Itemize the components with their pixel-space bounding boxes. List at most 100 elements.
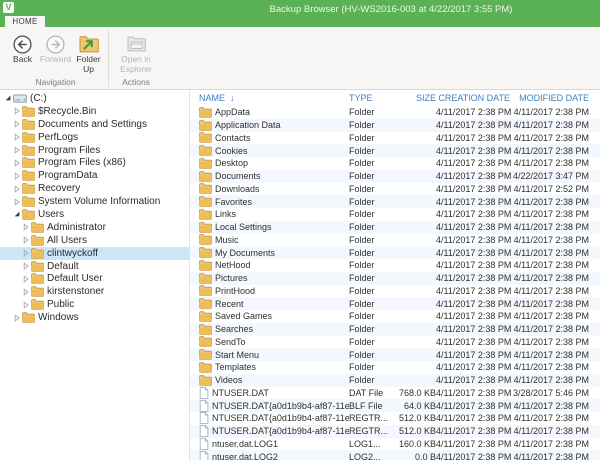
expand-icon[interactable] xyxy=(22,301,31,309)
file-name-cell: Saved Games xyxy=(190,311,349,322)
back-button[interactable]: Back xyxy=(6,28,39,77)
tree-item-clintwyckoff[interactable]: clintwyckoff xyxy=(0,247,189,260)
expand-icon[interactable] xyxy=(22,288,31,296)
tree-item-program-files[interactable]: Program Files xyxy=(0,144,189,157)
file-row[interactable]: DesktopFolder4/11/2017 2:38 PM4/11/2017 … xyxy=(190,157,600,170)
tree-item-administrator[interactable]: Administrator xyxy=(0,221,189,234)
file-row[interactable]: NTUSER.DAT{a0d1b9b4-af87-11e6-9...REGTR.… xyxy=(190,425,600,438)
file-row[interactable]: PrintHoodFolder4/11/2017 2:38 PM4/11/201… xyxy=(190,285,600,298)
tree-item-c[interactable]: (C:) xyxy=(0,92,189,105)
file-row[interactable]: FavoritesFolder4/11/2017 2:38 PM4/11/201… xyxy=(190,195,600,208)
tree-item-all-users[interactable]: All Users xyxy=(0,234,189,247)
tree-item-program-files-x86[interactable]: Program Files (x86) xyxy=(0,156,189,169)
file-row[interactable]: VideosFolder4/11/2017 2:38 PM4/11/2017 2… xyxy=(190,374,600,387)
expand-icon[interactable] xyxy=(22,275,31,283)
file-name-cell: SendTo xyxy=(190,336,349,347)
forward-button[interactable]: Forward xyxy=(39,28,72,77)
column-header-modified-date[interactable]: MODIFIED DATE xyxy=(510,93,589,103)
expand-icon[interactable] xyxy=(22,262,31,270)
file-name-cell: NTUSER.DAT{a0d1b9b4-af87-11e6-9... xyxy=(190,400,349,412)
file-type-cell: Folder xyxy=(349,107,394,117)
tree-item-kirstenstoner[interactable]: kirstenstoner xyxy=(0,285,189,298)
file-row[interactable]: Saved GamesFolder4/11/2017 2:38 PM4/11/2… xyxy=(190,310,600,323)
tab-home[interactable]: HOME xyxy=(5,16,45,27)
file-modified-date-cell: 4/11/2017 2:38 PM xyxy=(510,146,589,156)
file-row[interactable]: PicturesFolder4/11/2017 2:38 PM4/11/2017… xyxy=(190,272,600,285)
collapse-icon[interactable] xyxy=(13,210,22,218)
expand-icon[interactable] xyxy=(13,133,22,141)
expand-icon[interactable] xyxy=(13,198,22,206)
expand-icon[interactable] xyxy=(13,120,22,128)
file-name-cell: Recent xyxy=(190,298,349,309)
file-creation-date-cell: 4/11/2017 2:38 PM xyxy=(436,286,510,296)
folder-icon xyxy=(31,261,44,272)
file-modified-date-cell: 4/11/2017 2:38 PM xyxy=(510,362,589,372)
column-header-type[interactable]: TYPE xyxy=(349,93,394,103)
file-row[interactable]: Local SettingsFolder4/11/2017 2:38 PM4/1… xyxy=(190,221,600,234)
expand-icon[interactable] xyxy=(13,159,22,167)
folder-up-button[interactable]: Folder Up xyxy=(72,28,105,77)
file-row[interactable]: SearchesFolder4/11/2017 2:38 PM4/11/2017… xyxy=(190,323,600,336)
expand-icon[interactable] xyxy=(13,107,22,115)
file-row[interactable]: DownloadsFolder4/11/2017 2:38 PM4/11/201… xyxy=(190,183,600,196)
folder-icon xyxy=(31,222,44,233)
file-row[interactable]: Application DataFolder4/11/2017 2:38 PM4… xyxy=(190,119,600,132)
collapse-icon[interactable] xyxy=(4,94,13,102)
file-row[interactable]: DocumentsFolder4/11/2017 2:38 PM4/22/201… xyxy=(190,170,600,183)
folder-icon xyxy=(22,170,35,181)
tree-item-label: Documents and Settings xyxy=(38,119,147,130)
file-row[interactable]: MusicFolder4/11/2017 2:38 PM4/11/2017 2:… xyxy=(190,234,600,247)
column-header-name[interactable]: NAME↓ xyxy=(190,93,349,103)
file-creation-date-cell: 4/11/2017 2:38 PM xyxy=(436,401,510,411)
file-name-label: Templates xyxy=(215,362,256,372)
file-creation-date-cell: 4/11/2017 2:38 PM xyxy=(436,158,510,168)
file-type-cell: Folder xyxy=(349,133,394,143)
file-row[interactable]: RecentFolder4/11/2017 2:38 PM4/11/2017 2… xyxy=(190,297,600,310)
file-name-cell: Videos xyxy=(190,375,349,386)
tree-item-label: All Users xyxy=(47,235,87,246)
folder-icon xyxy=(199,311,212,322)
folder-icon xyxy=(199,209,212,220)
tree-item-windows[interactable]: Windows xyxy=(0,311,189,324)
expand-icon[interactable] xyxy=(13,146,22,154)
expand-icon[interactable] xyxy=(22,236,31,244)
tree-item-programdata[interactable]: ProgramData xyxy=(0,169,189,182)
file-list-header: NAME↓ TYPE SIZE CREATION DATE MODIFIED D… xyxy=(190,90,600,106)
tree-item-default[interactable]: Default xyxy=(0,260,189,273)
file-row[interactable]: TemplatesFolder4/11/2017 2:38 PM4/11/201… xyxy=(190,361,600,374)
file-type-cell: REGTR... xyxy=(349,413,394,423)
expand-icon[interactable] xyxy=(22,249,31,257)
file-row[interactable]: SendToFolder4/11/2017 2:38 PM4/11/2017 2… xyxy=(190,336,600,349)
file-row[interactable]: NTUSER.DATDAT File768.0 KB4/11/2017 2:38… xyxy=(190,387,600,400)
folder-icon xyxy=(31,235,44,246)
tree-item-users[interactable]: Users xyxy=(0,208,189,221)
expand-icon[interactable] xyxy=(13,185,22,193)
file-row[interactable]: CookiesFolder4/11/2017 2:38 PM4/11/2017 … xyxy=(190,144,600,157)
expand-icon[interactable] xyxy=(13,314,22,322)
expand-icon[interactable] xyxy=(13,172,22,180)
file-modified-date-cell: 4/11/2017 2:38 PM xyxy=(510,375,589,385)
file-row[interactable]: LinksFolder4/11/2017 2:38 PM4/11/2017 2:… xyxy=(190,208,600,221)
tree-item-system-volume-information[interactable]: System Volume Information xyxy=(0,195,189,208)
file-row[interactable]: ContactsFolder4/11/2017 2:38 PM4/11/2017… xyxy=(190,132,600,145)
file-row[interactable]: NetHoodFolder4/11/2017 2:38 PM4/11/2017 … xyxy=(190,259,600,272)
file-row[interactable]: My DocumentsFolder4/11/2017 2:38 PM4/11/… xyxy=(190,246,600,259)
open-in-explorer-button[interactable]: Open in Explorer xyxy=(113,28,159,77)
file-row[interactable]: NTUSER.DAT{a0d1b9b4-af87-11e6-9...REGTR.… xyxy=(190,412,600,425)
tree-item-recycle-bin[interactable]: $Recycle.Bin xyxy=(0,105,189,118)
file-row[interactable]: NTUSER.DAT{a0d1b9b4-af87-11e6-9...BLF Fi… xyxy=(190,399,600,412)
tree-item-public[interactable]: Public xyxy=(0,298,189,311)
file-name-cell: Local Settings xyxy=(190,222,349,233)
tree-item-recovery[interactable]: Recovery xyxy=(0,182,189,195)
tree-item-perflogs[interactable]: PerfLogs xyxy=(0,131,189,144)
file-row[interactable]: AppDataFolder4/11/2017 2:38 PM4/11/2017 … xyxy=(190,106,600,119)
expand-icon[interactable] xyxy=(22,223,31,231)
file-row[interactable]: Start MenuFolder4/11/2017 2:38 PM4/11/20… xyxy=(190,348,600,361)
file-row[interactable]: ntuser.dat.LOG2LOG2...0.0 B4/11/2017 2:3… xyxy=(190,450,600,460)
folder-icon xyxy=(199,234,212,245)
column-header-size[interactable]: SIZE xyxy=(394,93,436,103)
file-row[interactable]: ntuser.dat.LOG1LOG1...160.0 KB4/11/2017 … xyxy=(190,438,600,451)
tree-item-documents-and-settings[interactable]: Documents and Settings xyxy=(0,118,189,131)
column-header-creation-date[interactable]: CREATION DATE xyxy=(436,93,510,103)
tree-item-default-user[interactable]: Default User xyxy=(0,272,189,285)
